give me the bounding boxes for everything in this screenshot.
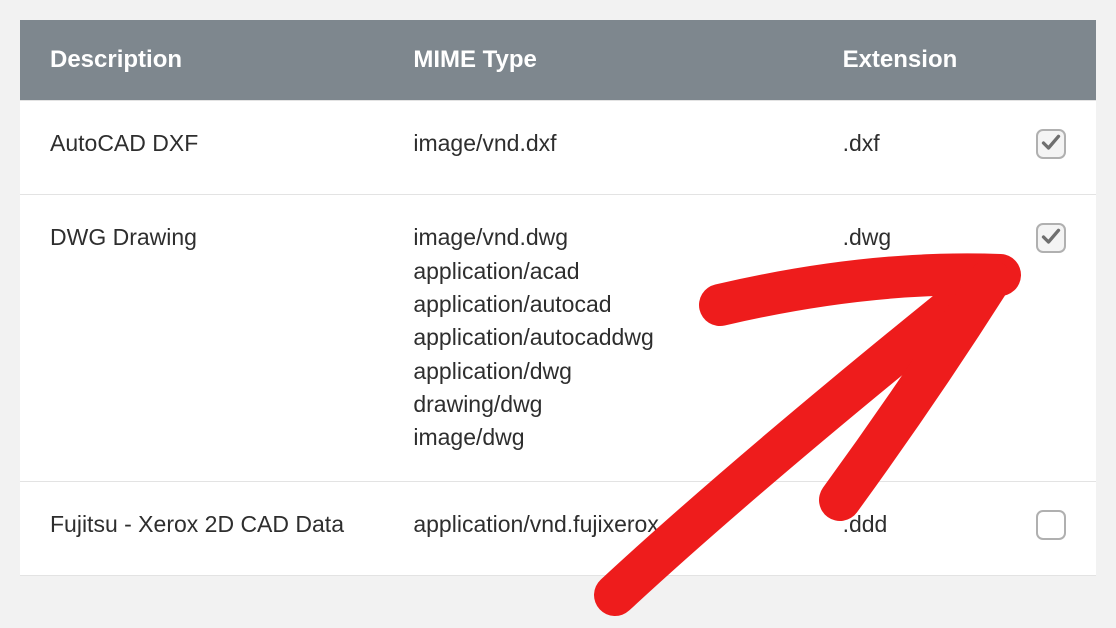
cell-extension: .dwg [813,195,1006,481]
cell-extension: .ddd [813,481,1006,575]
table-row: DWG Drawing image/vnd.dwg application/ac… [20,195,1096,481]
row-checkbox[interactable] [1036,129,1066,159]
mime-value: application/vnd.fujixerox.ddd [413,508,782,541]
mime-value: application/autocad [413,288,782,321]
cell-mime: application/vnd.fujixerox.ddd [383,481,812,575]
header-description: Description [20,20,383,101]
checkmark-icon [1041,227,1061,247]
header-mime: MIME Type [383,20,812,101]
mime-value: application/autocaddwg [413,321,782,354]
table-row: Fujitsu - Xerox 2D CAD Data application/… [20,481,1096,575]
mime-value: image/dwg [413,421,782,454]
cell-description: DWG Drawing [20,195,383,481]
cell-mime: image/vnd.dwg application/acad applicati… [383,195,812,481]
header-extension: Extension [813,20,1006,101]
cell-description: Fujitsu - Xerox 2D CAD Data [20,481,383,575]
file-types-table: Description MIME Type Extension AutoCAD … [20,20,1096,576]
cell-mime: image/vnd.dxf [383,101,812,195]
mime-value: application/acad [413,255,782,288]
header-checkbox [1006,20,1096,101]
checkmark-icon [1041,133,1061,153]
table-row: AutoCAD DXF image/vnd.dxf .dxf [20,101,1096,195]
mime-value: image/vnd.dxf [413,127,782,160]
mime-value: application/dwg [413,355,782,388]
table-header-row: Description MIME Type Extension [20,20,1096,101]
row-checkbox[interactable] [1036,510,1066,540]
cell-description: AutoCAD DXF [20,101,383,195]
row-checkbox[interactable] [1036,223,1066,253]
mime-value: drawing/dwg [413,388,782,421]
cell-extension: .dxf [813,101,1006,195]
mime-value: image/vnd.dwg [413,221,782,254]
